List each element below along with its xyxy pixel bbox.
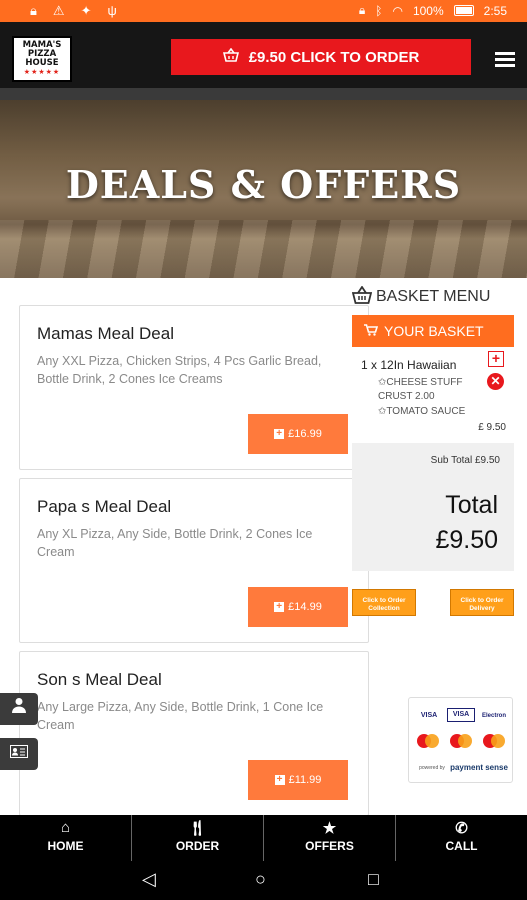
- click-to-order-button[interactable]: £9.50 CLICK TO ORDER: [171, 39, 471, 75]
- lock-icon: 🔒︎: [30, 3, 37, 18]
- basket-item-price: £ 9.50: [478, 422, 506, 433]
- deal-price: £11.99: [288, 774, 322, 786]
- nav-home-label: HOME: [47, 839, 84, 853]
- contact-card-button[interactable]: [0, 738, 38, 770]
- star-icon: ★: [322, 820, 337, 837]
- plus-icon: +: [274, 775, 285, 785]
- basket-item-option: CRUST 2.00: [378, 391, 435, 402]
- basket-icon: [351, 284, 373, 309]
- bluetooth-icon: ᛒ: [375, 3, 383, 18]
- subtotal: Sub Total £9.50: [352, 443, 514, 479]
- deal-card: Mamas Meal Deal Any XXL Pizza, Chicken S…: [19, 305, 369, 470]
- home-icon: ⌂: [60, 819, 71, 836]
- battery-icon: [453, 5, 474, 16]
- add-deal-button[interactable]: + £11.99: [248, 760, 348, 800]
- battery-percent: 100%: [412, 3, 444, 18]
- page-title: DEALS & OFFERS: [65, 162, 462, 207]
- hamburger-menu-icon[interactable]: [495, 52, 515, 67]
- basket-item: 1 x 12In Hawaiian + ✕ ✩CHEESE STUFF CRUS…: [352, 347, 514, 443]
- deal-name: Mamas Meal Deal: [37, 324, 174, 343]
- usb-icon: ψ: [107, 3, 117, 18]
- plus-icon: +: [274, 429, 285, 439]
- nav-offers[interactable]: ★ OFFERS: [264, 815, 396, 861]
- add-deal-button[interactable]: + £14.99: [248, 587, 348, 627]
- order-button-label: £9.50 CLICK TO ORDER: [248, 48, 420, 66]
- bottom-navigation: ⌂ HOME 🍴︎ ORDER ★ OFFERS ✆ CALL: [0, 815, 527, 861]
- phone-icon: ✆: [455, 820, 468, 837]
- visa-electron-logo: Electron: [481, 713, 506, 719]
- nav-order[interactable]: 🍴︎ ORDER: [132, 815, 264, 861]
- deal-description: Any XXL Pizza, Chicken Strips, 4 Pcs Gar…: [37, 354, 322, 386]
- total-label: Total: [445, 491, 498, 519]
- basket-item-name: 1 x 12In Hawaiian: [361, 358, 457, 372]
- add-deal-button[interactable]: + £16.99: [248, 414, 348, 454]
- basket-menu-heading: BASKET MENU: [351, 284, 512, 309]
- light-icon: ✦: [80, 3, 92, 18]
- your-basket-header: YOUR BASKET: [352, 315, 514, 347]
- visa-logo: VISA: [420, 712, 438, 719]
- basket-item-option: ✩CHEESE STUFF: [378, 377, 463, 388]
- visa-debit-logo: VISA: [447, 708, 475, 722]
- nav-order-label: ORDER: [175, 839, 220, 853]
- account-button[interactable]: [0, 693, 38, 725]
- system-navigation-bar: ◁ ○ □: [0, 861, 527, 900]
- deal-price: £14.99: [288, 601, 322, 613]
- basket-item-option: ✩TOMATO SAUCE: [378, 406, 466, 417]
- back-icon[interactable]: ◁: [142, 869, 156, 890]
- order-collection-button[interactable]: Click to Order Collection: [352, 589, 416, 616]
- increase-quantity-button[interactable]: +: [488, 351, 504, 367]
- total-box: Total £9.50: [352, 479, 514, 571]
- mastercard-logo: [417, 734, 439, 748]
- powered-by-text: powered by: [419, 765, 445, 771]
- basket-menu-label: BASKET MENU: [376, 288, 491, 305]
- deal-card: Papa s Meal Deal Any XL Pizza, Any Side,…: [19, 478, 369, 643]
- remove-item-button[interactable]: ✕: [487, 373, 504, 390]
- nav-offers-label: OFFERS: [305, 839, 354, 853]
- user-icon: [12, 698, 26, 717]
- warning-icon: ⚠︎: [52, 3, 65, 18]
- cart-icon: [364, 323, 379, 339]
- paymentsense-logo: payment sense: [450, 763, 508, 772]
- deal-price: £16.99: [288, 428, 322, 440]
- wifi-icon: ◠: [392, 3, 403, 18]
- nav-call[interactable]: ✆ CALL: [396, 815, 527, 861]
- id-card-icon: [10, 745, 28, 762]
- nav-call-label: CALL: [445, 839, 478, 853]
- cutlery-icon: 🍴︎: [187, 820, 208, 837]
- system-indicators: 🔒︎ ᛒ ◠ 100% 2:55: [359, 3, 507, 18]
- header-divider: [0, 88, 527, 100]
- hero-banner: DEALS & OFFERS: [0, 100, 527, 278]
- deal-name: Son s Meal Deal: [37, 670, 162, 689]
- mastercard-logo: [483, 734, 505, 748]
- your-basket-label: YOUR BASKET: [384, 323, 484, 339]
- deal-description: Any Large Pizza, Any Side, Bottle Drink,…: [37, 700, 324, 732]
- order-delivery-button[interactable]: Click to Order Delivery: [450, 589, 514, 616]
- notification-icons: 🔒︎ ⚠︎ ✦ ψ: [30, 3, 117, 19]
- logo[interactable]: MAMA'S PIZZA HOUSE ★★★★★: [12, 36, 72, 82]
- status-bar: 🔒︎ ⚠︎ ✦ ψ 🔒︎ ᛒ ◠ 100% 2:55: [0, 0, 527, 22]
- home-circle-icon[interactable]: ○: [255, 869, 266, 890]
- basket-icon: [222, 47, 239, 66]
- deal-description: Any XL Pizza, Any Side, Bottle Drink, 2 …: [37, 527, 313, 559]
- nav-home[interactable]: ⌂ HOME: [0, 815, 132, 861]
- deal-name: Papa s Meal Deal: [37, 497, 172, 516]
- app-header: MAMA'S PIZZA HOUSE ★★★★★ £9.50 CLICK TO …: [0, 22, 527, 88]
- clock: 2:55: [483, 3, 507, 18]
- payment-methods: VISA VISA Electron powered by payment se…: [408, 697, 513, 783]
- recents-icon[interactable]: □: [368, 869, 379, 890]
- deal-card: Son s Meal Deal Any Large Pizza, Any Sid…: [19, 651, 369, 816]
- plus-icon: +: [274, 602, 285, 612]
- maestro-logo: [450, 734, 472, 748]
- lock-icon: 🔒︎: [358, 3, 366, 17]
- total-value: £9.50: [435, 526, 498, 554]
